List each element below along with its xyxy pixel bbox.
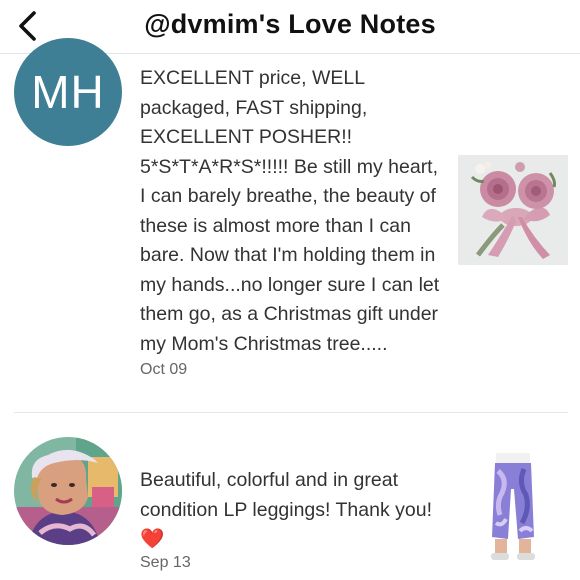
love-note: MH EXCELLENT price, WELL packaged, FAST … bbox=[0, 0, 580, 400]
avatar[interactable] bbox=[14, 437, 122, 545]
note-text-body: Beautiful, colorful and in great conditi… bbox=[140, 469, 432, 521]
listing-thumbnail[interactable] bbox=[458, 453, 568, 565]
profile-photo bbox=[14, 437, 122, 545]
love-note: Beautiful, colorful and in great conditi… bbox=[0, 413, 580, 580]
note-date: Oct 09 bbox=[140, 361, 188, 378]
roses-image bbox=[458, 155, 568, 265]
avatar[interactable]: MH bbox=[14, 38, 122, 146]
note-text: Beautiful, colorful and in great conditi… bbox=[140, 466, 440, 555]
heart-icon: ❤️ bbox=[140, 528, 165, 550]
note-date: Sep 13 bbox=[140, 554, 191, 571]
note-text: EXCELLENT price, WELL packaged, FAST shi… bbox=[140, 67, 440, 355]
listing-thumbnail[interactable] bbox=[458, 155, 568, 265]
avatar-initials: MH bbox=[31, 66, 105, 118]
leggings-image bbox=[458, 453, 568, 565]
